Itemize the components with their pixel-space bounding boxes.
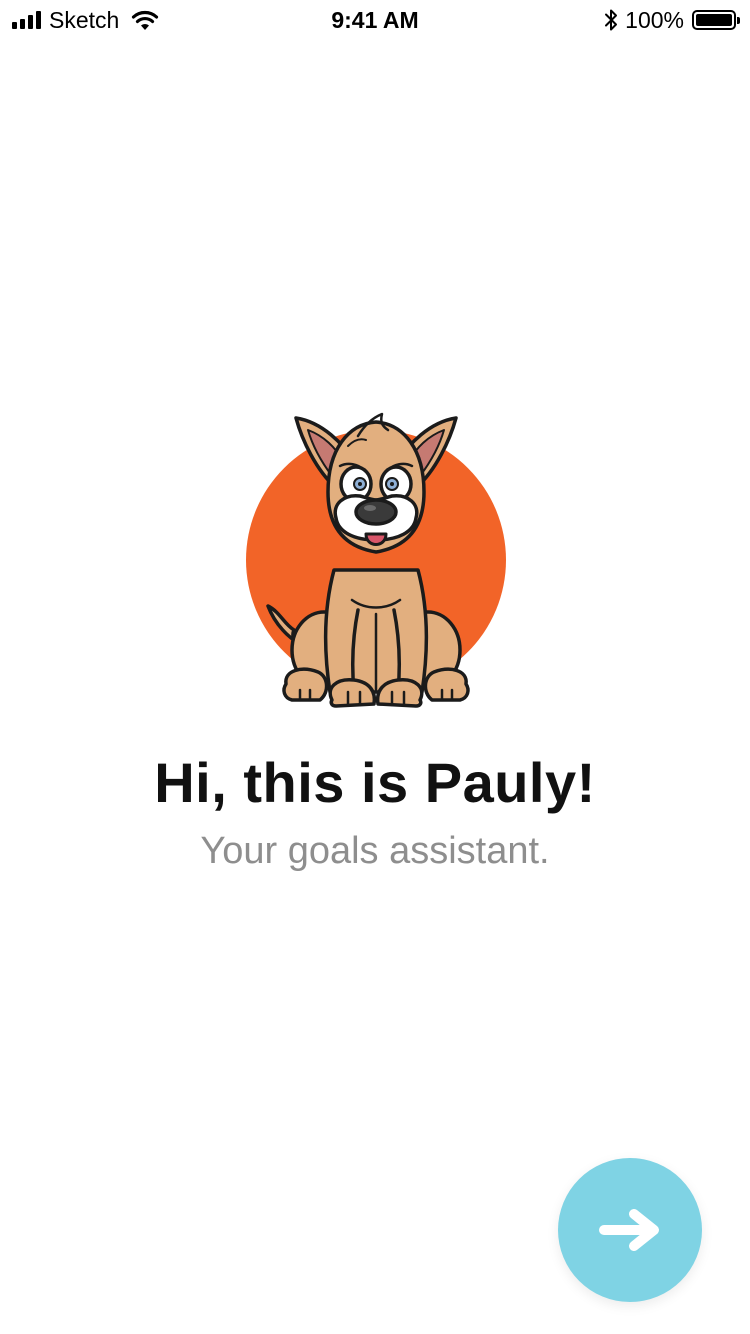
battery-percent: 100% (625, 7, 684, 33)
dog-mascot-illustration (246, 412, 506, 708)
status-bar: Sketch 9:41 AM 100% (0, 0, 750, 40)
next-button[interactable] (558, 1158, 702, 1302)
page-title: Hi, this is Pauly! (154, 751, 596, 814)
battery-cap (737, 17, 740, 24)
battery-level (696, 14, 732, 26)
battery-icon (692, 10, 740, 30)
arrow-right-icon (599, 1209, 659, 1251)
bluetooth-icon (605, 9, 618, 31)
status-bar-right: 100% (603, 7, 740, 33)
page-subtitle: Your goals assistant. (200, 830, 550, 872)
